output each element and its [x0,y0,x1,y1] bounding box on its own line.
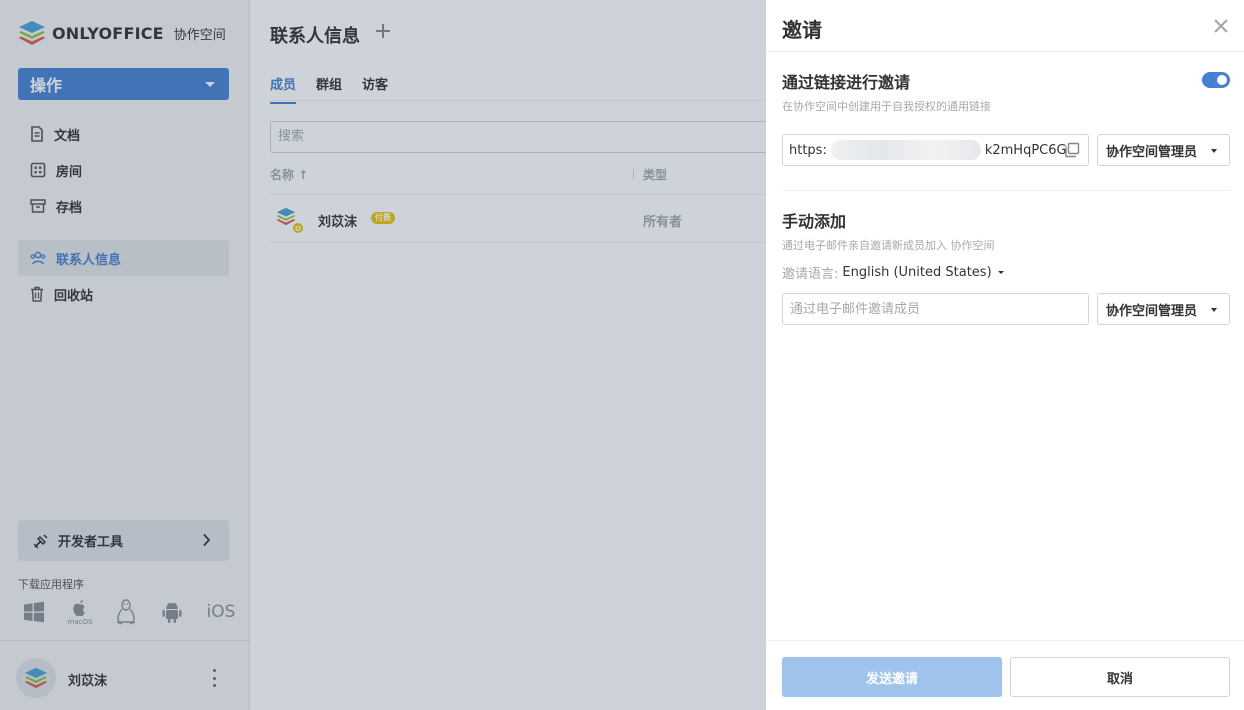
link-suffix: k2mHqPC6G [984,142,1067,158]
close-button[interactable] [1212,17,1230,35]
header-divider [766,51,1244,52]
footer-divider [766,640,1244,641]
manual-role-value: 协作空间管理员 [1106,303,1198,319]
close-icon [1214,19,1228,33]
link-prefix: https: [789,142,827,158]
invite-language-row: 邀请语言: English (United States) [782,263,1004,282]
email-field[interactable] [782,293,1089,325]
link-role-select[interactable]: 协作空间管理员 [1097,134,1230,166]
link-toggle[interactable] [1202,72,1230,88]
link-section-title: 通过链接进行邀请 [782,73,911,92]
copy-link-button[interactable] [1064,142,1080,158]
language-label: 邀请语言: [782,267,839,282]
chevron-down-icon [997,271,1004,274]
link-section-description: 在协作空间中创建用于自我授权的通用链接 [782,100,991,113]
send-invite-button[interactable]: 发送邀请 [782,657,1002,697]
invite-panel: 邀请 通过链接进行邀请 在协作空间中创建用于自我授权的通用链接 https: k… [766,0,1244,710]
chevron-down-icon [1211,308,1217,312]
panel-title: 邀请 [782,18,822,42]
link-role-value: 协作空间管理员 [1106,144,1198,160]
blurred-link-segment [830,140,981,160]
language-select[interactable]: English (United States) [842,265,991,280]
manual-section-description: 通过电子邮件亲自邀请新成员加入 协作空间 [782,239,995,252]
modal-backdrop[interactable] [0,0,766,710]
manual-section-title: 手动添加 [782,212,847,231]
copy-icon [1065,142,1080,158]
section-divider [782,190,1230,191]
cancel-button[interactable]: 取消 [1010,657,1230,697]
invite-link-field[interactable]: https: k2mHqPC6G [782,134,1089,166]
manual-role-select[interactable]: 协作空间管理员 [1097,293,1230,325]
chevron-down-icon [1211,149,1217,153]
